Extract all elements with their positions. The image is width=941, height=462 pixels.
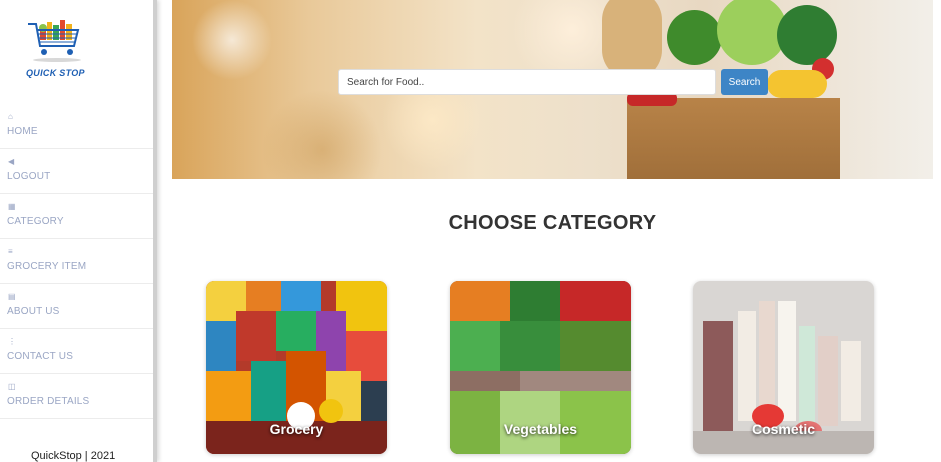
sidebar-item-about-us[interactable]: ▤ ABOUT US xyxy=(0,284,153,329)
shopping-cart-icon xyxy=(28,20,81,62)
sidebar-item-home[interactable]: ⌂ HOME xyxy=(0,104,153,149)
page-title: CHOOSE CATEGORY xyxy=(448,212,657,234)
sidebar-item-label: HOME xyxy=(7,126,38,137)
sidebar-item-label: GROCERY ITEM xyxy=(7,261,87,272)
quick-stop-logo[interactable]: QUICK STOP xyxy=(22,16,90,80)
sidebar-nav: ⌂ HOME ◀ LOGOUT ▦ CATEGORY ≡ GROCERY ITE… xyxy=(0,104,153,419)
category-label: Vegetables xyxy=(503,421,578,437)
sidebar-item-grocery-item[interactable]: ≡ GROCERY ITEM xyxy=(0,239,153,284)
search-button[interactable]: Search xyxy=(721,69,768,95)
contact-icon: ⋮ xyxy=(8,337,16,346)
info-icon: ▤ xyxy=(8,292,16,301)
sidebar-item-order-details[interactable]: ◫ ORDER DETAILS xyxy=(0,374,153,419)
logout-icon: ◀ xyxy=(8,157,15,166)
banana-image xyxy=(767,70,827,98)
sidebar-item-label: CATEGORY xyxy=(7,216,64,227)
list-icon: ≡ xyxy=(8,247,13,256)
home-icon: ⌂ xyxy=(8,112,13,121)
category-label: Cosmetic xyxy=(751,421,816,437)
sidebar: QUICK STOP ⌂ HOME ◀ LOGOUT ▦ CATEGORY ≡ … xyxy=(0,0,157,462)
grocery-bag-image xyxy=(627,98,840,179)
logo-text: QUICK STOP xyxy=(26,68,85,78)
sidebar-item-category[interactable]: ▦ CATEGORY xyxy=(0,194,153,239)
bread-image xyxy=(602,0,662,80)
grid-icon: ▦ xyxy=(8,202,16,211)
sidebar-item-label: ABOUT US xyxy=(7,306,60,317)
sidebar-item-contact-us[interactable]: ⋮ CONTACT US xyxy=(0,329,153,374)
category-card-vegetables[interactable]: Vegetables xyxy=(450,281,631,454)
sidebar-item-logout[interactable]: ◀ LOGOUT xyxy=(0,149,153,194)
category-card-grocery[interactable]: Grocery xyxy=(206,281,387,454)
search-input[interactable] xyxy=(338,69,716,95)
sidebar-item-label: ORDER DETAILS xyxy=(7,396,90,407)
sidebar-footer: QuickStop | 2021 xyxy=(31,450,116,462)
sidebar-item-label: LOGOUT xyxy=(7,171,51,182)
category-card-cosmetic[interactable]: Cosmetic xyxy=(693,281,874,454)
broccoli-image xyxy=(667,10,722,65)
greens-image xyxy=(777,5,837,65)
sidebar-item-label: CONTACT US xyxy=(7,351,74,362)
receipt-icon: ◫ xyxy=(8,382,16,391)
category-label: Grocery xyxy=(269,421,324,437)
